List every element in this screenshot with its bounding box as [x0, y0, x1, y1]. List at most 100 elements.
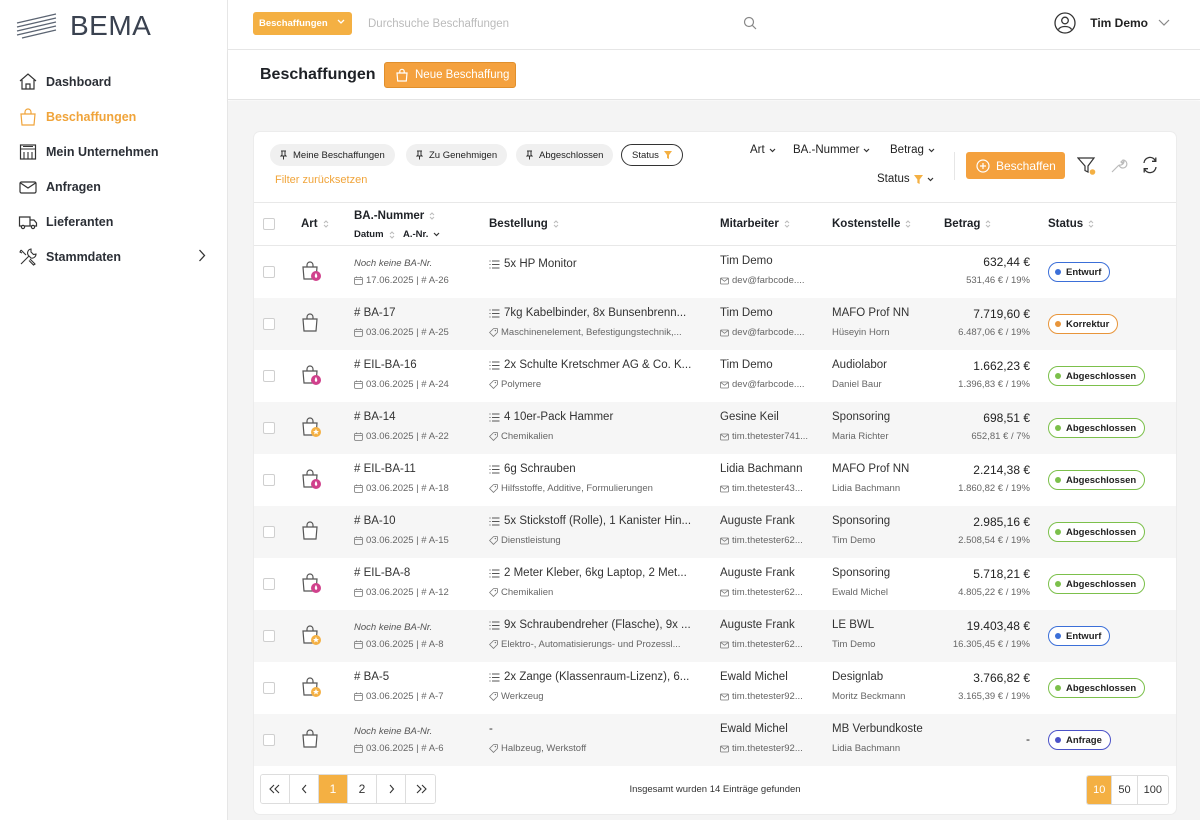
- row-checkbox[interactable]: [263, 578, 275, 590]
- pin-icon: [280, 150, 287, 160]
- tag-icon: [489, 744, 498, 753]
- envelope-icon: [720, 485, 729, 492]
- app-name: BEMA: [70, 10, 152, 41]
- new-procurement-button[interactable]: Neue Beschaffung: [384, 62, 516, 88]
- row-checkbox[interactable]: [263, 266, 275, 278]
- cost-center-owner: Tim Demo: [832, 535, 876, 546]
- shopping-bag-icon: [302, 365, 321, 385]
- order-items[interactable]: 2x Schulte Kretschmer AG & Co. K...: [489, 359, 704, 371]
- search-category-dropdown[interactable]: Beschaffungen: [253, 12, 352, 35]
- sort-art[interactable]: Art: [750, 144, 776, 156]
- column-header-a-nr[interactable]: A.-Nr.: [403, 229, 440, 240]
- row-checkbox[interactable]: [263, 734, 275, 746]
- column-header-status[interactable]: Status: [1048, 218, 1094, 230]
- sidebar-item-lieferanten[interactable]: Lieferanten: [0, 204, 228, 239]
- order-items[interactable]: 9x Schraubendreher (Flasche), 9x ...: [489, 619, 704, 631]
- tag-icon: [489, 640, 498, 649]
- column-header-kostenstelle[interactable]: Kostenstelle: [832, 218, 911, 230]
- table-row[interactable]: # EIL-BA-16 03.06.2025 | # A-24 2x Schulte…: [254, 350, 1176, 402]
- search-icon[interactable]: [743, 16, 757, 30]
- order-items[interactable]: -: [489, 723, 704, 735]
- row-checkbox[interactable]: [263, 682, 275, 694]
- sidebar-item-mein-unternehmen[interactable]: Mein Unternehmen: [0, 134, 228, 169]
- calendar-icon: [354, 640, 363, 649]
- sort-icon: [784, 220, 790, 228]
- select-all-checkbox[interactable]: [263, 218, 275, 230]
- sort-betrag[interactable]: Betrag: [890, 144, 935, 156]
- column-header-label: Status: [1048, 218, 1084, 230]
- order-items[interactable]: 6g Schrauben: [489, 463, 704, 475]
- wrench-icon[interactable]: [1110, 156, 1128, 174]
- order-category-text: Werkzeug: [501, 691, 544, 702]
- table-row[interactable]: # EIL-BA-11 03.06.2025 | # A-18 6g Schraub…: [254, 454, 1176, 506]
- order-category: Dienstleistung: [489, 535, 704, 546]
- page-size-100[interactable]: 100: [1137, 776, 1168, 804]
- order-items[interactable]: 2x Zange (Klassenraum-Lizenz), 6...: [489, 671, 704, 683]
- order-items[interactable]: 4 10er-Pack Hammer: [489, 411, 704, 423]
- sidebar-item-dashboard[interactable]: Dashboard: [0, 64, 228, 99]
- refresh-icon[interactable]: [1141, 156, 1159, 174]
- amount-gross: 2.985,16 €: [973, 515, 1030, 529]
- order-items[interactable]: 5x HP Monitor: [489, 258, 704, 270]
- sidebar-item-beschaffungen[interactable]: Beschaffungen: [0, 99, 228, 134]
- filter-settings-icon[interactable]: [1077, 156, 1097, 176]
- tag-icon: [489, 588, 498, 597]
- list-icon: [489, 465, 500, 473]
- sidebar-item-anfragen[interactable]: Anfragen: [0, 169, 228, 204]
- table-row[interactable]: # BA-5 03.06.2025 | # A-7 2x Zange (Klasse…: [254, 662, 1176, 714]
- filter-chip-completed[interactable]: Abgeschlossen: [516, 144, 614, 166]
- tag-icon: [489, 432, 498, 441]
- search-input[interactable]: [368, 12, 768, 35]
- page-size-50[interactable]: 50: [1112, 776, 1138, 804]
- order-items-text: 2 Meter Kleber, 6kg Laptop, 2 Met...: [504, 567, 687, 579]
- sidebar-item-label: Lieferanten: [46, 214, 114, 229]
- table-row[interactable]: # BA-17 03.06.2025 | # A-25 7kg Kabelbinde…: [254, 298, 1176, 350]
- user-name: Tim Demo: [1090, 16, 1148, 30]
- employee-name: Ewald Michel: [720, 671, 788, 683]
- table-row[interactable]: Noch keine BA-Nr. 17.06.2025 | # A-26 5x H…: [254, 246, 1176, 298]
- table-row[interactable]: # BA-14 03.06.2025 | # A-22 4 10er-Pack Ha…: [254, 402, 1176, 454]
- page-size-10[interactable]: 10: [1087, 776, 1113, 804]
- table-row[interactable]: Noch keine BA-Nr. 03.06.2025 | # A-8 9x Sc…: [254, 610, 1176, 662]
- column-header-label: Datum: [354, 229, 384, 240]
- reset-filters-link[interactable]: Filter zurücksetzen: [275, 174, 367, 186]
- tools-icon: [18, 247, 38, 267]
- row-checkbox[interactable]: [263, 526, 275, 538]
- app-logo[interactable]: BEMA: [16, 10, 151, 42]
- list-icon: [489, 517, 500, 525]
- column-header-ba-nummer[interactable]: BA.-Nummer: [354, 210, 435, 222]
- filter-chip-to-approve[interactable]: Zu Genehmigen: [406, 144, 508, 166]
- employee-name: Ewald Michel: [720, 723, 788, 735]
- order-items-text: 9x Schraubendreher (Flasche), 9x ...: [504, 619, 691, 631]
- row-checkbox[interactable]: [263, 630, 275, 642]
- status-label: Abgeschlossen: [1066, 578, 1137, 590]
- column-header-betrag[interactable]: Betrag: [944, 218, 991, 230]
- column-header-bestellung[interactable]: Bestellung: [489, 218, 559, 230]
- beschaffen-button[interactable]: Beschaffen: [966, 152, 1065, 179]
- filter-chip-my-procurements[interactable]: Meine Beschaffungen: [270, 144, 395, 166]
- row-checkbox[interactable]: [263, 318, 275, 330]
- employee-email-text: tim.thetester62...: [732, 639, 803, 650]
- column-header-mitarbeiter[interactable]: Mitarbeiter: [720, 218, 790, 230]
- table-row[interactable]: # BA-10 03.06.2025 | # A-15 5x Stickstoff …: [254, 506, 1176, 558]
- sort-ba-nummer[interactable]: BA.-Nummer: [793, 144, 870, 156]
- sidebar-item-stammdaten[interactable]: Stammdaten: [0, 239, 228, 274]
- chevron-down-icon: [864, 148, 870, 152]
- user-menu[interactable]: Tim Demo: [1054, 12, 1170, 34]
- calendar-icon: [354, 588, 363, 597]
- table-row[interactable]: # EIL-BA-8 03.06.2025 | # A-12 2 Meter Kle…: [254, 558, 1176, 610]
- order-items[interactable]: 5x Stickstoff (Rolle), 1 Kanister Hin...: [489, 515, 704, 527]
- list-icon: [489, 673, 500, 681]
- table-row[interactable]: Noch keine BA-Nr. 03.06.2025 | # A-6- Halb…: [254, 714, 1176, 766]
- envelope-icon: [720, 745, 729, 752]
- sort-status[interactable]: Status: [877, 173, 934, 185]
- status-label: Abgeschlossen: [1066, 682, 1137, 694]
- row-checkbox[interactable]: [263, 370, 275, 382]
- column-header-art[interactable]: Art: [301, 218, 329, 230]
- row-checkbox[interactable]: [263, 474, 275, 486]
- order-items[interactable]: 7kg Kabelbinder, 8x Bunsenbrenn...: [489, 307, 704, 319]
- order-items[interactable]: 2 Meter Kleber, 6kg Laptop, 2 Met...: [489, 567, 704, 579]
- row-checkbox[interactable]: [263, 422, 275, 434]
- filter-chip-status[interactable]: Status: [621, 144, 683, 166]
- column-header-datum[interactable]: Datum: [354, 229, 395, 240]
